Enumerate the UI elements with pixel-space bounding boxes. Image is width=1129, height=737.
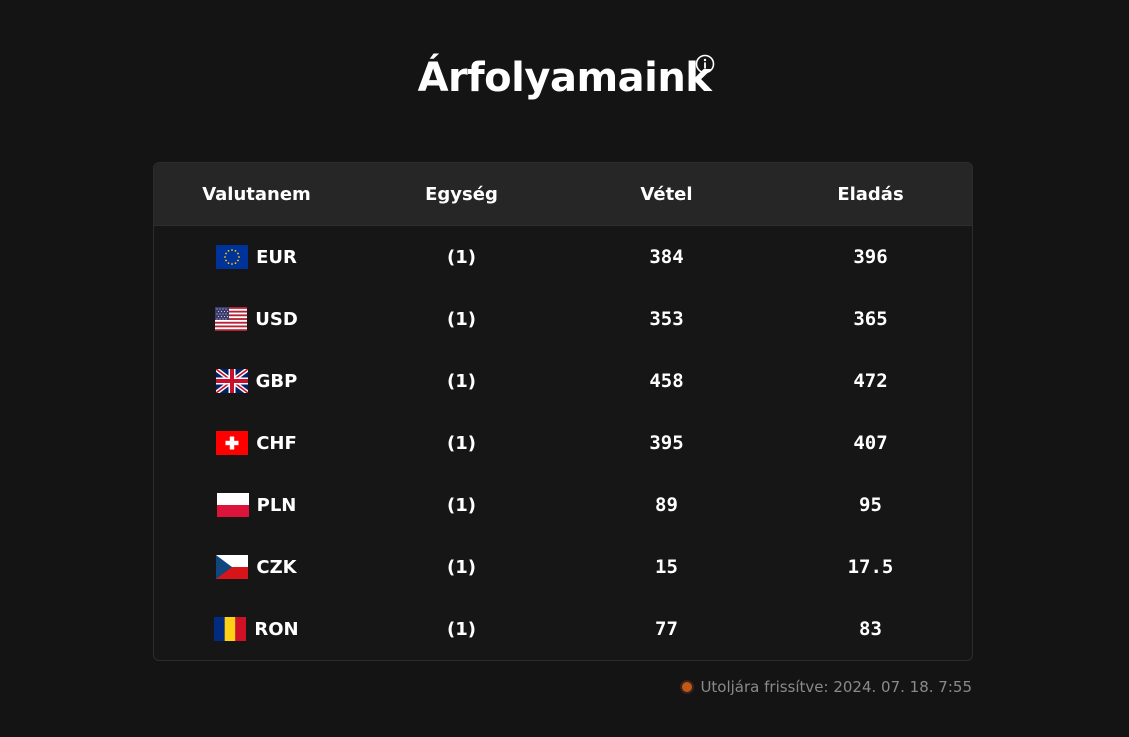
- unit-cell: (1): [447, 370, 476, 392]
- buy-cell: 353: [649, 308, 684, 330]
- table-row: RON (1) 77 83: [154, 598, 972, 660]
- last-updated: Utoljára frissítve: 2024. 07. 18. 7:55: [682, 678, 972, 696]
- unit-cell: (1): [447, 494, 476, 516]
- currency-code: CHF: [256, 432, 297, 454]
- header-currency: Valutanem: [202, 183, 311, 205]
- table-row: CZK (1) 15 17.5: [154, 536, 972, 598]
- table-header: Valutanem Egység Vétel Eladás: [154, 163, 972, 226]
- header-buy: Vétel: [640, 183, 693, 205]
- unit-cell: (1): [447, 246, 476, 268]
- info-icon[interactable]: [695, 54, 715, 74]
- currency-code: EUR: [256, 246, 297, 268]
- header-sell: Eladás: [837, 183, 904, 205]
- title-wrap: Árfolyamaink: [0, 52, 1129, 104]
- unit-cell: (1): [447, 432, 476, 454]
- romania-flag-icon: [214, 617, 247, 641]
- sell-cell: 95: [859, 494, 882, 516]
- czech-flag-icon: [216, 555, 249, 579]
- currency-cell: EUR: [154, 245, 359, 269]
- currency-cell: RON: [154, 617, 359, 641]
- currency-code: GBP: [255, 370, 298, 392]
- page: Árfolyamaink Valutanem Egység Vétel Elad…: [0, 0, 1129, 737]
- unit-cell: (1): [447, 308, 476, 330]
- us-flag-icon: [215, 307, 248, 331]
- table-body: EUR (1) 384 396 USD (1) 353 365 GBP (1) …: [154, 226, 972, 660]
- sell-cell: 407: [853, 432, 888, 454]
- buy-cell: 89: [655, 494, 678, 516]
- poland-flag-icon: [216, 493, 249, 517]
- currency-code: USD: [255, 308, 298, 330]
- buy-cell: 15: [655, 556, 678, 578]
- sell-cell: 472: [853, 370, 888, 392]
- currency-cell: CZK: [154, 555, 359, 579]
- buy-cell: 395: [649, 432, 684, 454]
- exchange-rates-table: Valutanem Egység Vétel Eladás EUR (1) 38…: [153, 162, 973, 661]
- header-unit: Egység: [425, 183, 498, 205]
- table-row: EUR (1) 384 396: [154, 226, 972, 288]
- currency-code: PLN: [256, 494, 297, 516]
- uk-flag-icon: [215, 369, 248, 393]
- sell-cell: 365: [853, 308, 888, 330]
- last-updated-text: Utoljára frissítve: 2024. 07. 18. 7:55: [700, 678, 972, 696]
- swiss-flag-icon: [216, 431, 249, 455]
- table-row: CHF (1) 395 407: [154, 412, 972, 474]
- sell-cell: 83: [859, 618, 882, 640]
- buy-cell: 384: [649, 246, 684, 268]
- sell-cell: 17.5: [847, 556, 894, 578]
- currency-code: CZK: [256, 556, 297, 578]
- table-row: USD (1) 353 365: [154, 288, 972, 350]
- page-title: Árfolyamaink: [417, 55, 712, 101]
- currency-cell: GBP: [154, 369, 359, 393]
- currency-code: RON: [254, 618, 299, 640]
- currency-cell: CHF: [154, 431, 359, 455]
- eu-flag-icon: [216, 245, 249, 269]
- sell-cell: 396: [853, 246, 888, 268]
- table-row: GBP (1) 458 472: [154, 350, 972, 412]
- unit-cell: (1): [447, 618, 476, 640]
- currency-cell: PLN: [154, 493, 359, 517]
- table-row: PLN (1) 89 95: [154, 474, 972, 536]
- unit-cell: (1): [447, 556, 476, 578]
- status-dot-icon: [682, 682, 693, 692]
- buy-cell: 77: [655, 618, 678, 640]
- currency-cell: USD: [154, 307, 359, 331]
- buy-cell: 458: [649, 370, 684, 392]
